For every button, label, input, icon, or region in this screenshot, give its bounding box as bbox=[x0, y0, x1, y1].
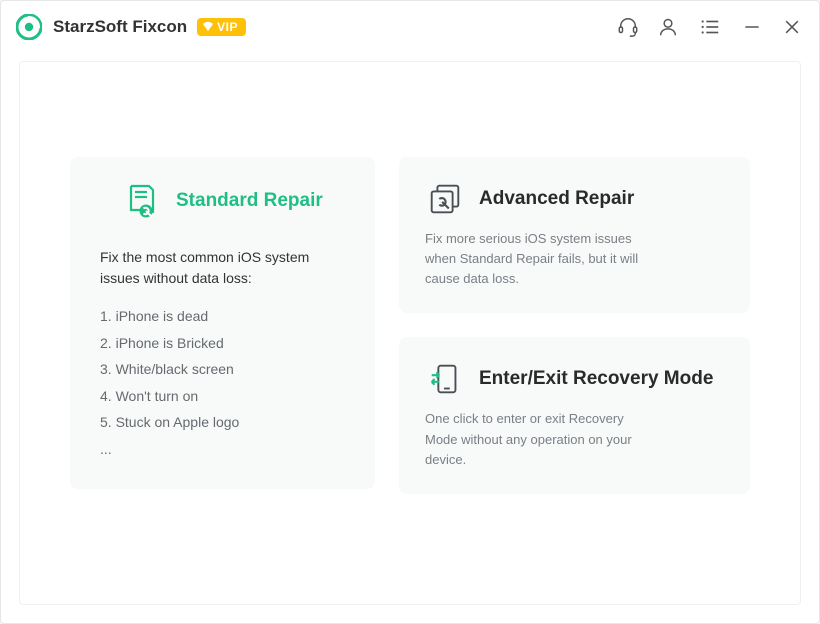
standard-repair-card[interactable]: Standard Repair Fix the most common iOS … bbox=[70, 157, 375, 489]
list-item: White/black screen bbox=[100, 356, 345, 383]
app-logo-icon bbox=[15, 13, 43, 41]
app-title: StarzSoft Fixcon bbox=[53, 17, 187, 37]
list-item: iPhone is Bricked bbox=[100, 330, 345, 357]
close-button[interactable] bbox=[781, 16, 803, 38]
diamond-icon bbox=[201, 20, 215, 34]
account-icon[interactable] bbox=[657, 16, 679, 38]
minimize-button[interactable] bbox=[741, 16, 763, 38]
standard-repair-desc: Fix the most common iOS system issues wi… bbox=[100, 247, 345, 289]
advanced-repair-card[interactable]: Advanced Repair Fix more serious iOS sys… bbox=[399, 157, 750, 313]
recovery-mode-title: Enter/Exit Recovery Mode bbox=[479, 368, 713, 390]
titlebar-actions bbox=[617, 16, 803, 38]
recovery-mode-desc: One click to enter or exit Recovery Mode… bbox=[425, 409, 655, 469]
list-more-indicator: ... bbox=[100, 436, 345, 463]
content-area: Standard Repair Fix the most common iOS … bbox=[1, 53, 819, 623]
vip-badge: VIP bbox=[197, 18, 246, 36]
advanced-repair-wrench-icon bbox=[425, 179, 465, 219]
recovery-mode-card[interactable]: Enter/Exit Recovery Mode One click to en… bbox=[399, 337, 750, 493]
list-item: Won't turn on bbox=[100, 383, 345, 410]
title-bar: StarzSoft Fixcon VIP bbox=[1, 1, 819, 53]
advanced-repair-desc: Fix more serious iOS system issues when … bbox=[425, 229, 655, 289]
recovery-mode-device-icon bbox=[425, 359, 465, 399]
main-panel: Standard Repair Fix the most common iOS … bbox=[19, 61, 801, 605]
standard-repair-issue-list: iPhone is dead iPhone is Bricked White/b… bbox=[100, 303, 345, 436]
list-item: Stuck on Apple logo bbox=[100, 409, 345, 436]
support-icon[interactable] bbox=[617, 16, 639, 38]
vip-badge-label: VIP bbox=[217, 20, 238, 34]
menu-icon[interactable] bbox=[697, 16, 723, 38]
app-window: StarzSoft Fixcon VIP bbox=[0, 0, 820, 624]
standard-repair-document-icon bbox=[122, 181, 162, 221]
advanced-repair-title: Advanced Repair bbox=[479, 188, 634, 210]
standard-repair-title: Standard Repair bbox=[176, 190, 323, 212]
list-item: iPhone is dead bbox=[100, 303, 345, 330]
